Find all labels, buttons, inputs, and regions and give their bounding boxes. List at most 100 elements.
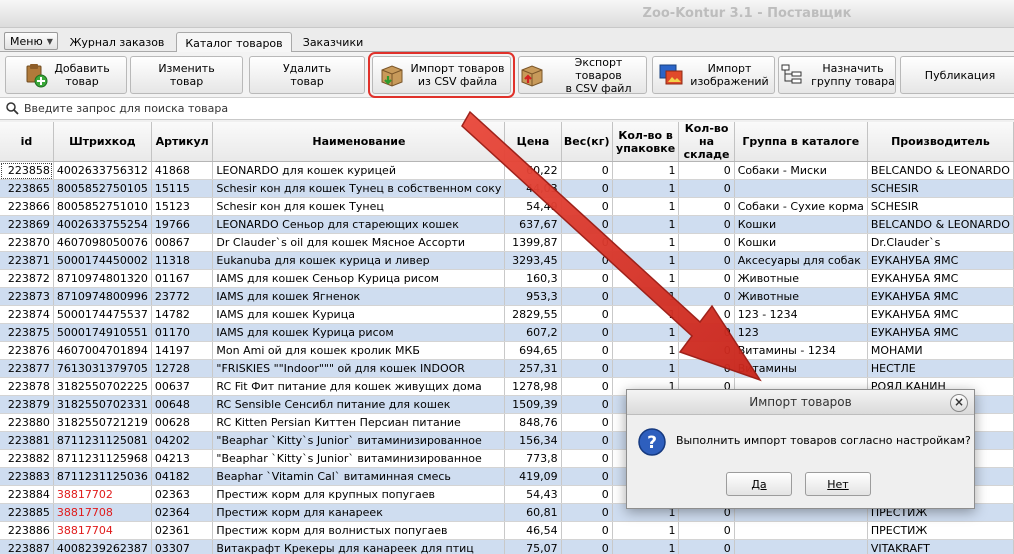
table-cell[interactable]: IAMS для кошек Курица рисом [212,323,506,342]
table-cell[interactable]: НЕСТЛЕ [867,359,1014,378]
table-cell[interactable]: 0 [678,305,735,324]
table-cell[interactable]: 8005852751010 [53,197,152,216]
table-cell[interactable]: 04202 [151,431,214,450]
table-cell[interactable]: 44,03 [504,179,562,198]
table-cell[interactable]: 14197 [151,341,214,360]
table-cell[interactable]: Кошки [734,215,868,234]
table-cell[interactable] [734,539,868,554]
column-header[interactable]: Артикул [151,122,214,162]
table-cell[interactable]: 694,65 [504,341,562,360]
table-cell[interactable]: ЕУКАНУБА ЯМС [867,269,1014,288]
column-header[interactable]: id [0,122,54,162]
table-cell[interactable]: 257,31 [504,359,562,378]
table-cell[interactable] [734,521,868,540]
table-row[interactable]: 223866 8005852751010 15123 Schesir кон для … [0,197,1014,216]
table-cell[interactable]: 02363 [151,485,214,504]
table-row[interactable]: 223877 7613031379705 12728 "FRISKIES ""Indo… [0,359,1014,378]
table-cell[interactable]: 223884 [0,485,54,504]
table-cell[interactable]: 0 [561,197,613,216]
table-cell[interactable]: 5000174475537 [53,305,152,324]
table-cell[interactable]: 1 [612,521,680,540]
table-cell[interactable]: 19766 [151,215,214,234]
table-cell[interactable]: 637,67 [504,215,562,234]
table-cell[interactable]: МОНАМИ [867,341,1014,360]
table-cell[interactable]: 0 [561,503,613,522]
table-cell[interactable]: 7613031379705 [53,359,152,378]
column-header[interactable]: Кол-во на складе [678,122,735,162]
table-cell[interactable]: ПРЕСТИЖ [867,521,1014,540]
column-header[interactable]: Наименование [212,122,506,162]
table-cell[interactable]: 15115 [151,179,214,198]
table-cell[interactable]: 04213 [151,449,214,468]
table-cell[interactable]: 223865 [0,179,54,198]
table-cell[interactable]: 8711231125081 [53,431,152,450]
table-cell[interactable]: BELCANDO & LEONARDO [867,161,1014,180]
table-cell[interactable]: "FRISKIES ""Indoor""" ой для кошек INDOO… [212,359,506,378]
table-cell[interactable]: 03307 [151,539,214,554]
table-cell[interactable]: 11318 [151,251,214,270]
table-cell[interactable]: 0 [678,539,735,554]
table-cell[interactable]: 223878 [0,377,54,396]
table-cell[interactable]: 5000174910551 [53,323,152,342]
table-cell[interactable]: Аксесуары для собак [734,251,868,270]
table-cell[interactable]: Mon Ami ой для кошек кролик МКБ [212,341,506,360]
table-cell[interactable]: 0 [561,215,613,234]
table-row[interactable]: 223874 5000174475537 14782 IAMS для кошек К… [0,305,1014,324]
import-csv-button[interactable]: Импорт товаров из CSV файла [368,52,515,98]
table-cell[interactable]: 0 [561,341,613,360]
table-cell[interactable]: 38817704 [53,521,152,540]
table-cell[interactable]: 123 [734,323,868,342]
table-cell[interactable]: IAMS для кошек Курица [212,305,506,324]
table-cell[interactable]: 1 [612,233,680,252]
table-row[interactable]: 223869 4002633755254 19766 LEONARDO Сеньор … [0,215,1014,234]
table-cell[interactable]: Beaphar `Vitamin Cal` витаминная смесь [212,467,506,486]
table-cell[interactable]: Собаки - Миски [734,161,868,180]
table-cell[interactable]: "Beaphar `Kitty`s Junior` витаминизирова… [212,449,506,468]
table-cell[interactable]: 223873 [0,287,54,306]
table-cell[interactable]: LEONARDO Сеньор для стареющих кошек [212,215,506,234]
table-cell[interactable]: Престиж корм для волнистых попугаев [212,521,506,540]
table-cell[interactable]: 223886 [0,521,54,540]
table-cell[interactable]: 1 [612,179,680,198]
table-cell[interactable]: 223880 [0,413,54,432]
table-cell[interactable]: 0 [561,269,613,288]
table-cell[interactable]: 223871 [0,251,54,270]
table-cell[interactable]: VITAKRAFT [867,539,1014,554]
table-cell[interactable]: 0 [561,179,613,198]
table-cell[interactable]: 14782 [151,305,214,324]
table-cell[interactable]: 0 [561,359,613,378]
delete-product-button[interactable]: Удалить товар [249,56,365,94]
tab-orders-journal[interactable]: Журнал заказов [64,32,170,52]
table-row[interactable]: 223887 4008239262387 03307 Витакрафт Крекер… [0,539,1014,554]
table-cell[interactable]: Schesir кон для кошек Тунец [212,197,506,216]
close-icon[interactable]: × [950,394,968,412]
table-cell[interactable]: Витамины - 1234 [734,341,868,360]
table-cell[interactable]: 4002633755254 [53,215,152,234]
table-cell[interactable]: 0 [561,485,613,504]
table-cell[interactable]: 3293,45 [504,251,562,270]
table-cell[interactable]: 3182550721219 [53,413,152,432]
table-cell[interactable]: 1278,98 [504,377,562,396]
table-cell[interactable]: 0 [561,521,613,540]
table-row[interactable]: 223876 4607004701894 14197 Mon Ami ой для к… [0,341,1014,360]
table-cell[interactable]: 223876 [0,341,54,360]
table-row[interactable]: 223886 38817704 02361 Престиж корм для волн… [0,521,1014,540]
no-button[interactable]: Нет [805,472,871,496]
table-row[interactable]: 223858 4002633756312 41868 LEONARDO для кош… [0,161,1014,180]
table-cell[interactable]: 1 [612,341,680,360]
table-cell[interactable]: Животные [734,287,868,306]
edit-product-button[interactable]: Изменить товар [130,56,243,94]
table-cell[interactable]: Престиж корм для крупных попугаев [212,485,506,504]
table-row[interactable]: 223871 5000174450002 11318 Eukanuba для кош… [0,251,1014,270]
table-cell[interactable]: 54,43 [504,485,562,504]
table-cell[interactable]: Dr Clauder`s oil для кошек Мясное Ассорт… [212,233,506,252]
table-cell[interactable]: 223883 [0,467,54,486]
table-row[interactable]: 223872 8710974801320 01167 IAMS для кошек С… [0,269,1014,288]
table-cell[interactable]: Собаки - Сухие корма [734,197,868,216]
table-cell[interactable]: 4008239262387 [53,539,152,554]
table-cell[interactable]: 01170 [151,323,214,342]
table-cell[interactable]: Eukanuba для кошек курица и ливер [212,251,506,270]
assign-group-button[interactable]: Назначить группу товара [778,56,896,94]
table-cell[interactable]: 0 [678,359,735,378]
table-cell[interactable]: Престиж корм для канареек [212,503,506,522]
